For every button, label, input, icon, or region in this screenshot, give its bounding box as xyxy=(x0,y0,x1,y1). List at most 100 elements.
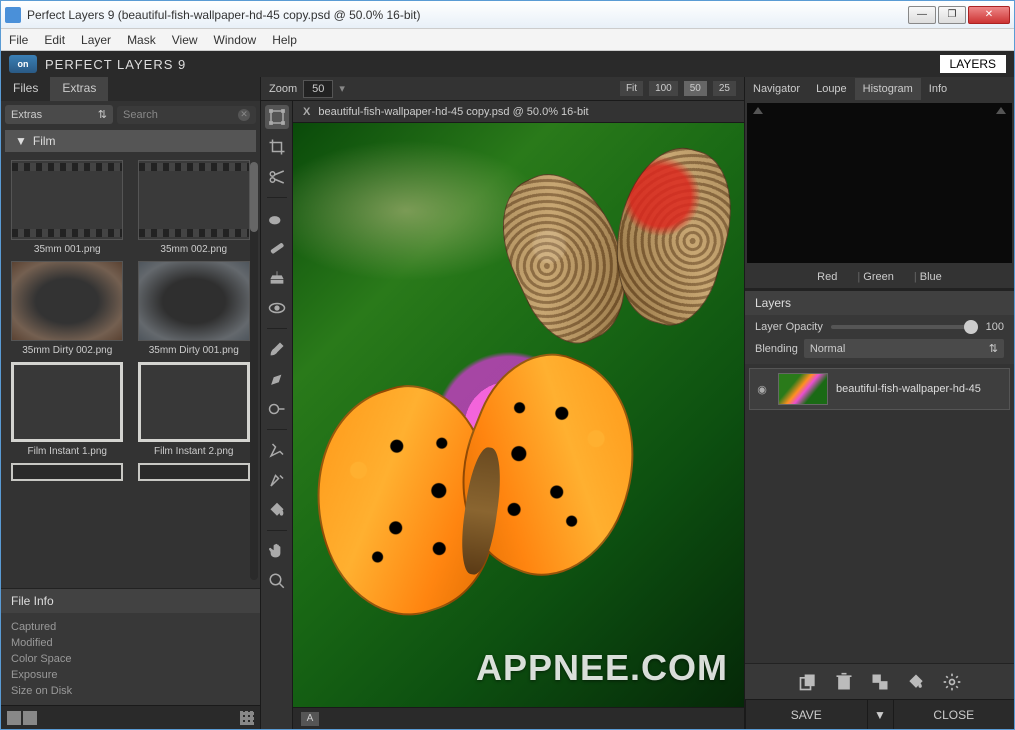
zoom-100[interactable]: 100 xyxy=(649,81,678,96)
close-document-icon[interactable]: X xyxy=(303,106,310,118)
thumbs-scrollbar[interactable] xyxy=(250,162,258,580)
zoom-value[interactable]: 50 xyxy=(303,80,333,98)
menu-file[interactable]: File xyxy=(9,33,28,47)
red-eye-tool[interactable] xyxy=(265,296,289,320)
layer-name: beautiful-fish-wallpaper-hd-45 xyxy=(836,383,981,395)
tab-files[interactable]: Files xyxy=(1,77,50,101)
zoom-25[interactable]: 25 xyxy=(713,81,736,96)
clear-search-icon[interactable]: ✕ xyxy=(238,109,250,121)
layer-item[interactable]: ◉ beautiful-fish-wallpaper-hd-45 xyxy=(749,368,1010,410)
titlebar[interactable]: Perfect Layers 9 (beautiful-fish-wallpap… xyxy=(1,1,1014,29)
transform-tool[interactable] xyxy=(265,105,289,129)
tab-navigator[interactable]: Navigator xyxy=(745,78,808,100)
close-button[interactable]: CLOSE xyxy=(893,700,1015,729)
file-info-row: Color Space xyxy=(11,651,250,667)
thumb-item[interactable]: Film Instant 2.png xyxy=(134,362,255,457)
view-grid-icon[interactable] xyxy=(240,711,254,725)
visibility-icon[interactable]: ◉ xyxy=(754,383,770,396)
slider-knob[interactable] xyxy=(964,320,978,334)
save-button[interactable]: SAVE xyxy=(745,700,867,729)
opacity-slider[interactable] xyxy=(831,325,978,329)
app-header: on PERFECT LAYERS 9 LAYERS xyxy=(1,51,1014,77)
chevron-down-icon: ▼ xyxy=(15,134,27,148)
chisel-tool[interactable] xyxy=(265,438,289,462)
thumb-item[interactable]: 35mm 002.png xyxy=(134,160,255,255)
file-info-row: Captured xyxy=(11,619,250,635)
tab-extras[interactable]: Extras xyxy=(50,77,108,101)
tab-loupe[interactable]: Loupe xyxy=(808,78,855,100)
view-columns-icon[interactable] xyxy=(7,711,21,725)
scrollbar-handle[interactable] xyxy=(250,162,258,232)
crop-tool[interactable] xyxy=(265,135,289,159)
zoom-tool[interactable] xyxy=(265,569,289,593)
compare-mode-icon[interactable]: A xyxy=(301,712,319,726)
trim-tool[interactable] xyxy=(265,165,289,189)
maximize-button[interactable]: ❐ xyxy=(938,6,966,24)
duplicate-layer-icon[interactable] xyxy=(797,671,819,693)
color-fill-layer-icon[interactable] xyxy=(905,671,927,693)
save-menu-icon[interactable]: ▼ xyxy=(867,700,893,729)
blur-tool[interactable] xyxy=(265,468,289,492)
layers-mode-button[interactable]: LAYERS xyxy=(940,55,1006,73)
toolstrip xyxy=(261,101,293,729)
menu-edit[interactable]: Edit xyxy=(44,33,65,47)
zoom-label: Zoom xyxy=(269,83,297,95)
close-window-button[interactable]: ✕ xyxy=(968,6,1010,24)
chevron-updown-icon: ⇅ xyxy=(989,342,998,355)
menu-layer[interactable]: Layer xyxy=(81,33,111,47)
canvas[interactable]: APPNEE.COM xyxy=(293,123,744,707)
merge-layer-icon[interactable] xyxy=(869,671,891,693)
highlight-clip-icon[interactable] xyxy=(996,107,1006,114)
channel-green[interactable]: Green xyxy=(857,271,894,283)
tab-info[interactable]: Info xyxy=(921,78,955,100)
zoom-fit[interactable]: Fit xyxy=(620,81,643,96)
channel-row: Red Green Blue xyxy=(745,265,1014,289)
clone-stamp-tool[interactable] xyxy=(265,266,289,290)
thumb-label: 35mm 001.png xyxy=(34,244,101,255)
document-tab[interactable]: X beautiful-fish-wallpaper-hd-45 copy.ps… xyxy=(293,101,744,123)
search-input[interactable]: Search ✕ xyxy=(117,106,256,124)
heal-tool[interactable] xyxy=(265,236,289,260)
thumb-item[interactable]: 35mm 001.png xyxy=(7,160,128,255)
shadow-clip-icon[interactable] xyxy=(753,107,763,114)
tab-histogram[interactable]: Histogram xyxy=(855,78,921,100)
menu-mask[interactable]: Mask xyxy=(127,33,156,47)
zoom-50[interactable]: 50 xyxy=(684,81,707,96)
menu-view[interactable]: View xyxy=(172,33,198,47)
file-info-title: File Info xyxy=(1,589,260,613)
gear-icon[interactable] xyxy=(941,671,963,693)
extras-filter-select[interactable]: Extras ⇅ xyxy=(5,105,113,124)
chevron-updown-icon: ⇅ xyxy=(98,108,107,121)
canvas-image: APPNEE.COM xyxy=(293,123,744,707)
window-title: Perfect Layers 9 (beautiful-fish-wallpap… xyxy=(27,8,908,22)
channel-blue[interactable]: Blue xyxy=(914,271,942,283)
section-label: Film xyxy=(33,134,56,148)
minimize-button[interactable]: — xyxy=(908,6,936,24)
menu-window[interactable]: Window xyxy=(214,33,257,47)
thumb-item[interactable]: Film Instant 1.png xyxy=(7,362,128,457)
mask-bucket-tool[interactable] xyxy=(265,397,289,421)
right-tabs: Navigator Loupe Histogram Info xyxy=(745,77,1014,101)
mask-brush-tool[interactable] xyxy=(265,337,289,361)
thumb-item[interactable]: 35mm Dirty 002.png xyxy=(7,261,128,356)
view-columns-icon[interactable] xyxy=(23,711,37,725)
opacity-label: Layer Opacity xyxy=(755,321,823,333)
channel-red[interactable]: Red xyxy=(817,271,837,283)
thumb-item[interactable]: 35mm Dirty 001.png xyxy=(134,261,255,356)
brush-tool[interactable] xyxy=(265,206,289,230)
color-fill-tool[interactable] xyxy=(265,498,289,522)
thumb-item[interactable] xyxy=(134,463,255,481)
thumb-preview xyxy=(138,362,250,442)
zoom-stepper-icon[interactable]: ▾ xyxy=(339,82,345,95)
thumb-label: 35mm Dirty 002.png xyxy=(22,345,112,356)
thumbs-area: 35mm 001.png 35mm 002.png 35mm Dirty 002… xyxy=(1,154,260,588)
hand-tool[interactable] xyxy=(265,539,289,563)
refine-brush-tool[interactable] xyxy=(265,367,289,391)
delete-layer-icon[interactable] xyxy=(833,671,855,693)
extras-filter-label: Extras xyxy=(11,109,42,121)
menu-help[interactable]: Help xyxy=(272,33,297,47)
section-film[interactable]: ▼ Film xyxy=(5,130,256,152)
thumb-item[interactable] xyxy=(7,463,128,481)
app-icon xyxy=(5,7,21,23)
blending-select[interactable]: Normal ⇅ xyxy=(804,339,1004,358)
